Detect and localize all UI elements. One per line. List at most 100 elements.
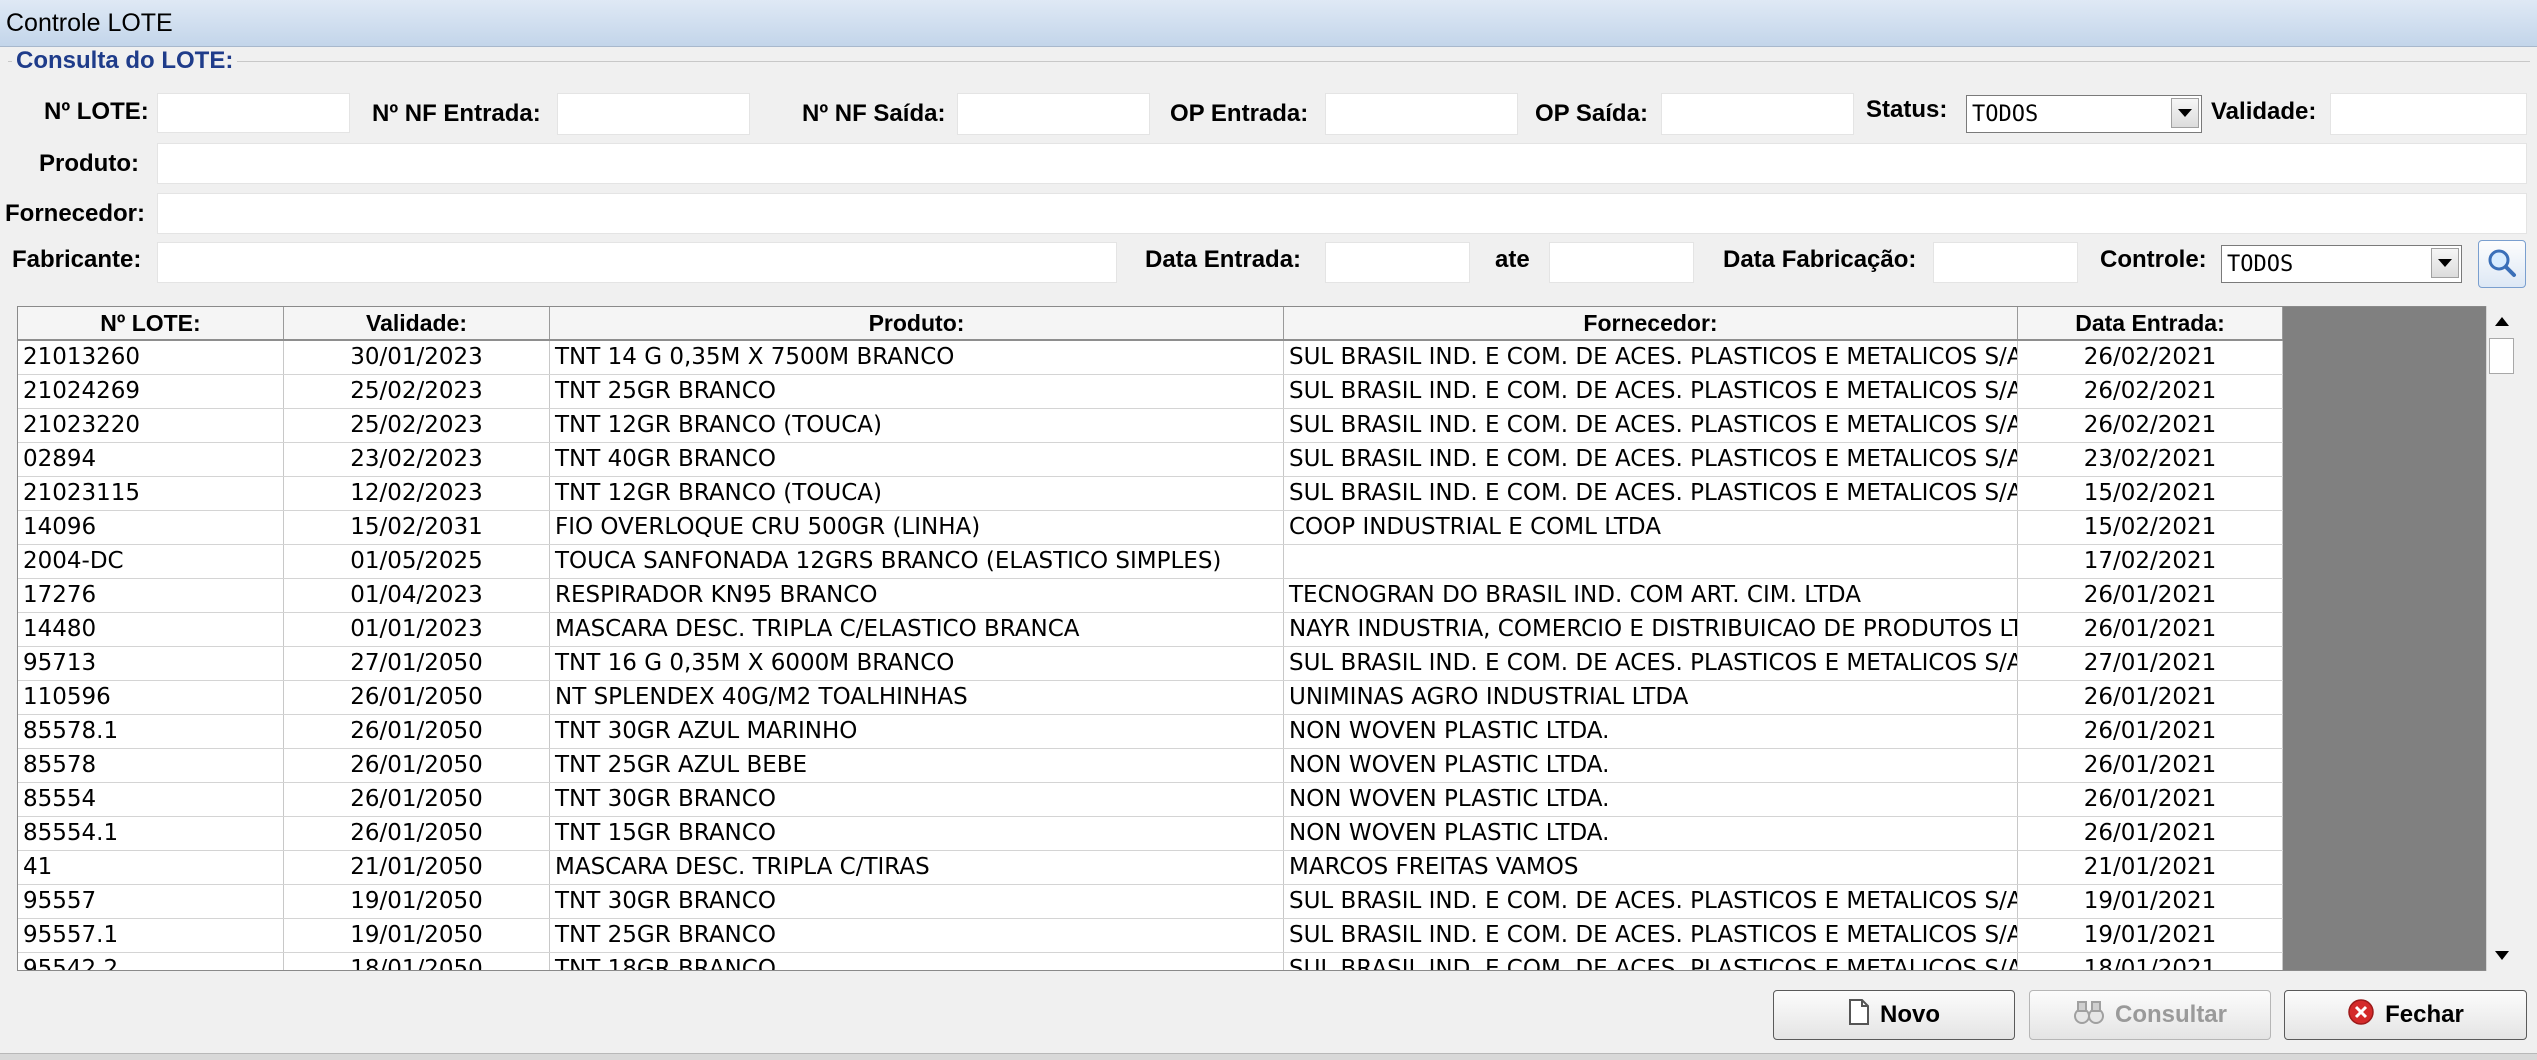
table-cell: 26/01/2050: [284, 715, 550, 748]
table-row[interactable]: 85578 26/01/2050 TNT 25GR AZUL BEBE NON WOV…: [18, 749, 2283, 783]
table-cell: 23/02/2023: [284, 443, 550, 476]
new-document-icon: [1848, 998, 1870, 1032]
table-cell: 18/01/2021: [2018, 953, 2283, 970]
grid-body[interactable]: 21013260 30/01/2023 TNT 14 G 0,35M X 7500M…: [18, 341, 2283, 970]
table-cell: 26/01/2021: [2018, 783, 2283, 816]
table-cell: MARCOS FREITAS VAMOS: [1284, 851, 2018, 884]
table-cell: 14096: [18, 511, 284, 544]
table-cell: 21024269: [18, 375, 284, 408]
table-cell: 27/01/2050: [284, 647, 550, 680]
controle-select[interactable]: TODOS: [2221, 245, 2462, 283]
nf-entrada-input[interactable]: [557, 93, 750, 135]
table-row[interactable]: 41 21/01/2050 MASCARA DESC. TRIPLA C/TIRAS…: [18, 851, 2283, 885]
ate-label: ate: [1495, 246, 1530, 273]
table-cell: 25/02/2023: [284, 375, 550, 408]
data-fabricacao-label: Data Fabricação:: [1723, 246, 1917, 273]
table-cell: 15/02/2021: [2018, 477, 2283, 510]
status-label: Status:: [1866, 96, 1948, 123]
vertical-scrollbar[interactable]: [2486, 306, 2516, 971]
fabricante-input[interactable]: [157, 242, 1117, 283]
column-header[interactable]: Fornecedor:: [1284, 307, 2018, 339]
table-cell: SUL BRASIL IND. E COM. DE ACES. PLASTICO…: [1284, 341, 2018, 374]
table-row[interactable]: 21023115 12/02/2023 TNT 12GR BRANCO (TOUCA…: [18, 477, 2283, 511]
novo-button-label: Novo: [1880, 1001, 1940, 1028]
table-row[interactable]: 95713 27/01/2050 TNT 16 G 0,35M X 6000M BR…: [18, 647, 2283, 681]
window-titlebar: Controle LOTE: [0, 0, 2537, 47]
op-saida-input[interactable]: [1661, 93, 1854, 135]
scroll-down-icon[interactable]: [2487, 940, 2516, 970]
group-title: Consulta do LOTE:: [12, 47, 238, 75]
table-row[interactable]: 110596 26/01/2050 NT SPLENDEX 40G/M2 TOALH…: [18, 681, 2283, 715]
table-cell: 95713: [18, 647, 284, 680]
table-cell: 26/01/2021: [2018, 817, 2283, 850]
chevron-down-icon[interactable]: [2171, 98, 2199, 128]
column-header[interactable]: Produto:: [550, 307, 1284, 339]
table-cell: 41: [18, 851, 284, 884]
validade-input[interactable]: [2330, 93, 2527, 135]
consultar-button[interactable]: Consultar: [2029, 990, 2271, 1040]
scroll-thumb[interactable]: [2489, 338, 2514, 374]
novo-button[interactable]: Novo: [1773, 990, 2015, 1040]
lote-input[interactable]: [157, 93, 350, 133]
table-cell: NON WOVEN PLASTIC LTDA.: [1284, 715, 2018, 748]
table-cell: 25/02/2023: [284, 409, 550, 442]
table-cell: 21013260: [18, 341, 284, 374]
table-cell: 15/02/2021: [2018, 511, 2283, 544]
table-cell: 21023115: [18, 477, 284, 510]
lote-grid[interactable]: Nº LOTE: Validade: Produto: Fornecedor: Data…: [17, 306, 2488, 971]
table-cell: SUL BRASIL IND. E COM. DE ACES. PLASTICO…: [1284, 409, 2018, 442]
search-button[interactable]: [2478, 240, 2526, 288]
table-row[interactable]: 95557.1 19/01/2050 TNT 25GR BRANCO SUL BRAS…: [18, 919, 2283, 953]
lote-label: Nº LOTE:: [44, 98, 149, 125]
data-fabricacao-input[interactable]: [1933, 242, 2078, 283]
data-entrada-start-input[interactable]: [1325, 242, 1470, 283]
table-cell: TNT 15GR BRANCO: [550, 817, 1284, 850]
fabricante-label: Fabricante:: [12, 246, 142, 273]
scroll-up-icon[interactable]: [2487, 306, 2516, 336]
table-row[interactable]: 02894 23/02/2023 TNT 40GR BRANCO SUL BRASIL…: [18, 443, 2283, 477]
produto-label: Produto:: [39, 150, 139, 177]
table-cell: NON WOVEN PLASTIC LTDA.: [1284, 783, 2018, 816]
nf-saida-input[interactable]: [957, 93, 1150, 135]
table-row[interactable]: 17276 01/04/2023 RESPIRADOR KN95 BRANCO TEC…: [18, 579, 2283, 613]
table-cell: 110596: [18, 681, 284, 714]
table-cell: 21023220: [18, 409, 284, 442]
fechar-button[interactable]: Fechar: [2284, 990, 2527, 1040]
table-row[interactable]: 21023220 25/02/2023 TNT 12GR BRANCO (TOUCA…: [18, 409, 2283, 443]
table-row[interactable]: 2004-DC 01/05/2025 TOUCA SANFONADA 12GRS B…: [18, 545, 2283, 579]
data-entrada-end-input[interactable]: [1549, 242, 1694, 283]
table-cell: 01/04/2023: [284, 579, 550, 612]
table-row[interactable]: 85578.1 26/01/2050 TNT 30GR AZUL MARINHO NO…: [18, 715, 2283, 749]
column-header[interactable]: Data Entrada:: [2018, 307, 2283, 339]
column-header[interactable]: Nº LOTE:: [18, 307, 284, 339]
chevron-down-icon[interactable]: [2431, 248, 2459, 278]
table-cell: TNT 25GR AZUL BEBE: [550, 749, 1284, 782]
table-row[interactable]: 85554 26/01/2050 TNT 30GR BRANCO NON WOVEN …: [18, 783, 2283, 817]
table-row[interactable]: 14480 01/01/2023 MASCARA DESC. TRIPLA C/EL…: [18, 613, 2283, 647]
grid-header: Nº LOTE: Validade: Produto: Fornecedor: Data…: [18, 307, 2283, 341]
fornecedor-input[interactable]: [157, 193, 2527, 234]
table-cell: SUL BRASIL IND. E COM. DE ACES. PLASTICO…: [1284, 443, 2018, 476]
table-cell: 26/01/2050: [284, 783, 550, 816]
table-row[interactable]: 95557 19/01/2050 TNT 30GR BRANCO SUL BRASIL…: [18, 885, 2283, 919]
table-cell: 21/01/2050: [284, 851, 550, 884]
table-cell: 85578.1: [18, 715, 284, 748]
table-cell: 27/01/2021: [2018, 647, 2283, 680]
table-cell: MASCARA DESC. TRIPLA C/TIRAS: [550, 851, 1284, 884]
produto-input[interactable]: [157, 143, 2527, 184]
column-header[interactable]: Validade:: [284, 307, 550, 339]
table-cell: 95557.1: [18, 919, 284, 952]
table-row[interactable]: 95542.2 18/01/2050 TNT 18GR BRANCO SUL BRAS…: [18, 953, 2283, 970]
close-icon: [2347, 998, 2375, 1033]
table-cell: FIO OVERLOQUE CRU 500GR (LINHA): [550, 511, 1284, 544]
table-row[interactable]: 21024269 25/02/2023 TNT 25GR BRANCO SUL BRA…: [18, 375, 2283, 409]
table-cell: 26/01/2021: [2018, 613, 2283, 646]
op-entrada-input[interactable]: [1325, 93, 1518, 135]
status-select[interactable]: TODOS: [1966, 95, 2202, 133]
table-row[interactable]: 14096 15/02/2031 FIO OVERLOQUE CRU 500GR (…: [18, 511, 2283, 545]
table-cell: NAYR INDUSTRIA, COMERCIO E DISTRIBUICAO …: [1284, 613, 2018, 646]
table-row[interactable]: 85554.1 26/01/2050 TNT 15GR BRANCO NON WOVE…: [18, 817, 2283, 851]
controle-select-value: TODOS: [2227, 252, 2294, 277]
table-cell: 14480: [18, 613, 284, 646]
table-row[interactable]: 21013260 30/01/2023 TNT 14 G 0,35M X 7500M…: [18, 341, 2283, 375]
